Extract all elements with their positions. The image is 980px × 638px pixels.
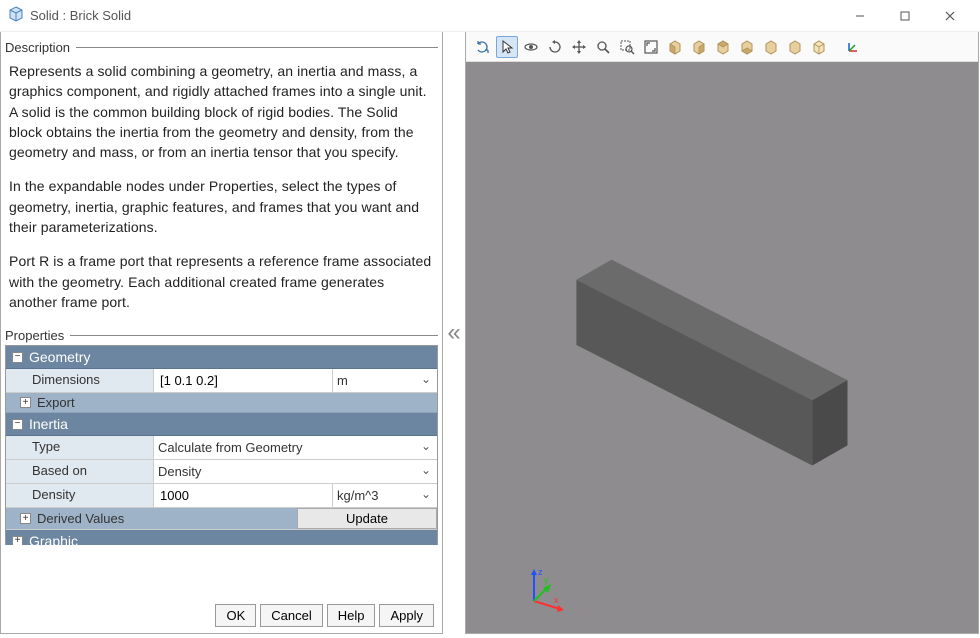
view-iso-icon[interactable]: [808, 36, 830, 58]
subgroup-export[interactable]: + Export: [6, 393, 437, 413]
view-top-icon[interactable]: [712, 36, 734, 58]
density-label: Density: [6, 484, 154, 507]
description-p3: Port R is a frame port that represents a…: [9, 251, 434, 312]
fit-icon[interactable]: [640, 36, 662, 58]
export-label: Export: [37, 395, 75, 410]
3d-viewport[interactable]: z x y: [466, 62, 978, 633]
dimensions-label: Dimensions: [6, 369, 154, 392]
dimensions-input[interactable]: [158, 373, 328, 388]
row-density: Density kg/m^3: [6, 484, 437, 508]
maximize-button[interactable]: [882, 2, 927, 30]
viewport-toolbar: [466, 32, 978, 62]
pan-icon[interactable]: [568, 36, 590, 58]
view-bottom-icon[interactable]: [736, 36, 758, 58]
collapse-icon[interactable]: −: [12, 352, 23, 363]
properties-header-label: Properties: [5, 328, 64, 343]
svg-text:z: z: [538, 567, 543, 577]
update-button[interactable]: Update: [297, 508, 437, 529]
view-right-icon[interactable]: [784, 36, 806, 58]
description-header: Description: [5, 40, 438, 55]
group-graphic-label: Graphic: [29, 533, 78, 545]
help-button[interactable]: Help: [327, 604, 376, 627]
cancel-button[interactable]: Cancel: [260, 604, 322, 627]
expand-icon[interactable]: +: [12, 536, 23, 546]
description-text: Represents a solid combining a geometry,…: [5, 57, 438, 320]
group-inertia[interactable]: − Inertia: [6, 413, 437, 436]
expand-icon[interactable]: +: [20, 513, 31, 524]
subgroup-derived[interactable]: + Derived Values: [6, 508, 297, 529]
zoom-icon[interactable]: [592, 36, 614, 58]
cursor-icon[interactable]: [496, 36, 518, 58]
view-back-icon[interactable]: [688, 36, 710, 58]
group-geometry-label: Geometry: [29, 349, 90, 365]
view-front-icon[interactable]: [664, 36, 686, 58]
left-panel: Description Represents a solid combining…: [0, 32, 443, 634]
right-panel: z x y: [465, 32, 979, 634]
density-unit-select[interactable]: kg/m^3: [333, 486, 437, 505]
zoom-region-icon[interactable]: [616, 36, 638, 58]
row-type: Type Calculate from Geometry: [6, 436, 437, 460]
minimize-button[interactable]: [837, 2, 882, 30]
type-label: Type: [6, 436, 154, 459]
axes-icon[interactable]: [842, 36, 864, 58]
description-p1: Represents a solid combining a geometry,…: [9, 61, 434, 162]
basedon-label: Based on: [6, 460, 154, 483]
refresh-icon[interactable]: [472, 36, 494, 58]
apply-button[interactable]: Apply: [379, 604, 434, 627]
app-cube-icon: [8, 6, 24, 25]
row-dimensions: Dimensions m: [6, 369, 437, 393]
type-select[interactable]: Calculate from Geometry: [154, 438, 437, 457]
properties-tree[interactable]: − Geometry Dimensions m + E: [5, 345, 438, 545]
ok-button[interactable]: OK: [215, 604, 256, 627]
derived-label: Derived Values: [37, 511, 124, 526]
view-left-icon[interactable]: [760, 36, 782, 58]
dialog-buttons: OK Cancel Help Apply: [5, 598, 438, 629]
expand-icon[interactable]: +: [20, 397, 31, 408]
properties-header: Properties: [5, 328, 438, 343]
window-title: Solid : Brick Solid: [30, 8, 837, 23]
dimensions-unit-select[interactable]: m: [333, 371, 437, 390]
panel-collapse-handle[interactable]: «: [443, 32, 465, 634]
axis-triad-icon: z x y: [516, 563, 566, 613]
basedon-select[interactable]: Density: [154, 462, 437, 481]
close-button[interactable]: [927, 2, 972, 30]
roll-icon[interactable]: [544, 36, 566, 58]
row-basedon: Based on Density: [6, 460, 437, 484]
group-graphic[interactable]: + Graphic: [6, 530, 437, 545]
density-input[interactable]: [158, 488, 328, 503]
group-geometry[interactable]: − Geometry: [6, 346, 437, 369]
svg-text:x: x: [554, 595, 559, 605]
group-inertia-label: Inertia: [29, 416, 68, 432]
title-bar: Solid : Brick Solid: [0, 0, 980, 32]
orbit-icon[interactable]: [520, 36, 542, 58]
collapse-icon[interactable]: −: [12, 419, 23, 430]
description-header-label: Description: [5, 40, 70, 55]
svg-text:y: y: [544, 575, 549, 585]
description-p2: In the expandable nodes under Properties…: [9, 176, 434, 237]
